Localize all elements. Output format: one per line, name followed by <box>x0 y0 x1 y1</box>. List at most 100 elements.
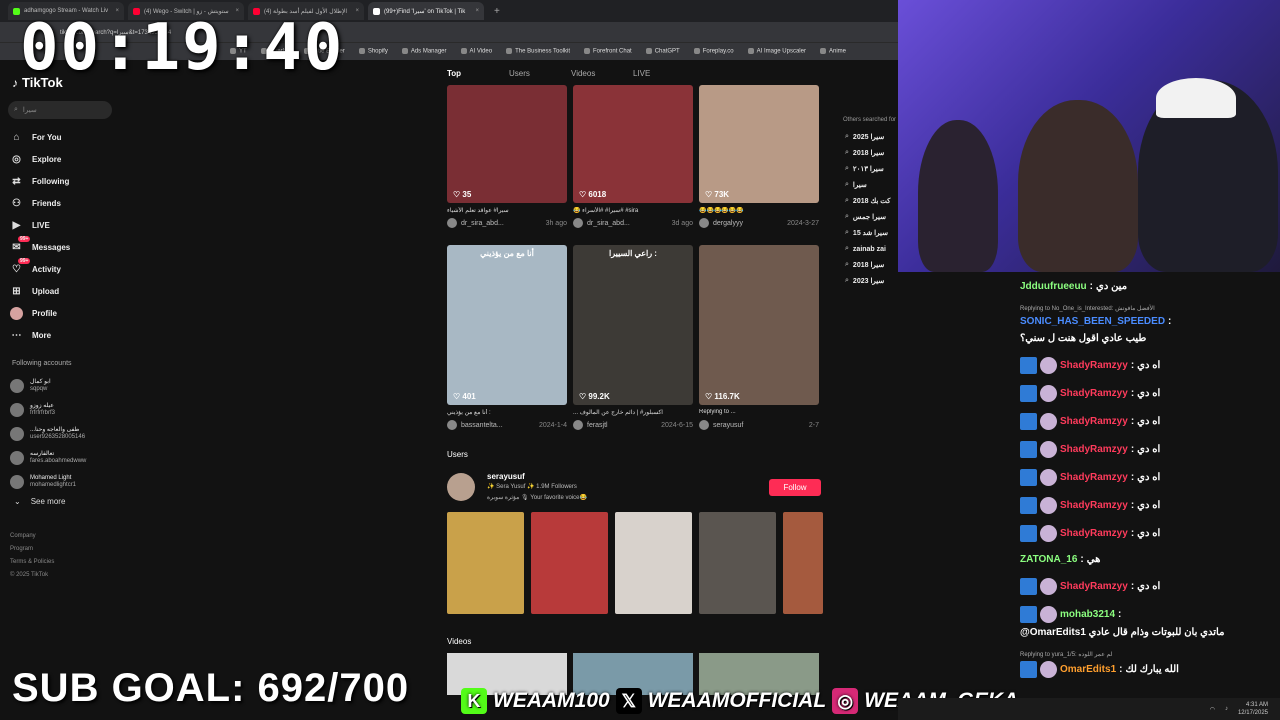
close-icon[interactable]: × <box>475 8 479 14</box>
video-thumbnail[interactable]: راعي السييرا : ♡ 99.2K <box>573 245 693 405</box>
user-name[interactable]: serayusuf <box>487 471 587 482</box>
user-video-thumb[interactable] <box>699 512 776 614</box>
chat-username[interactable]: OmarEdits1 <box>1060 663 1116 677</box>
new-tab-icon[interactable]: + <box>488 6 500 17</box>
avatar[interactable] <box>447 218 457 228</box>
following-account[interactable]: ابو كمال sqpqw <box>10 374 86 398</box>
others-searched-item[interactable]: ⌕ zainab zai <box>845 241 896 257</box>
sidebar-item-more[interactable]: ⋯ More <box>10 324 130 346</box>
search-input[interactable]: ⌕ سيرا <box>8 101 112 119</box>
video-card[interactable]: أنا مع من يؤذيني ♡ 401 أنا مع من يؤذيني : b… <box>447 245 567 431</box>
others-searched-item[interactable]: ⌕ سيرا <box>845 177 896 193</box>
sidebar-item-explore[interactable]: ◎ Explore <box>10 148 130 170</box>
chat-username[interactable]: ShadyRamzyy <box>1060 415 1128 429</box>
person <box>918 120 998 272</box>
video-thumbnail[interactable]: ♡ 73K <box>699 85 819 203</box>
tab-top[interactable]: Top <box>447 69 509 78</box>
chat-username[interactable]: ShadyRamzyy <box>1060 387 1128 401</box>
tab-users[interactable]: Users <box>509 69 571 78</box>
chat-username[interactable]: mohab3214 <box>1060 608 1115 622</box>
likes-value: 401 <box>462 392 476 401</box>
wifi-icon[interactable]: ◠ <box>1210 706 1215 713</box>
others-searched-item[interactable]: ⌕ سيرا 2018 <box>845 145 896 161</box>
sidebar-item-profile[interactable]: Profile <box>10 302 130 324</box>
browser-tab[interactable]: (99+)Find 'سيرا' on TikTok | Tik × <box>368 2 484 20</box>
close-icon[interactable]: × <box>355 8 359 14</box>
following-account[interactable]: ...طفى والعاجه وحنا user9263528005146 <box>10 422 86 446</box>
bookmark-item[interactable]: Forefront Chat <box>584 48 632 55</box>
bookmark-item[interactable]: ChatGPT <box>646 48 680 55</box>
avatar[interactable] <box>573 218 583 228</box>
footer-link[interactable]: Program <box>10 543 54 556</box>
others-searched-item[interactable]: ⌕ سيرا ٢٠١٣ <box>845 161 896 177</box>
video-card[interactable]: راعي السييرا : ♡ 99.2K ... اكسبلور# | دائم… <box>573 245 693 431</box>
chat-username[interactable]: ShadyRamzyy <box>1060 499 1128 513</box>
bookmark-item[interactable]: The Business Toolkit <box>506 48 570 55</box>
chat-username[interactable]: ShadyRamzyy <box>1060 471 1128 485</box>
others-searched-item[interactable]: ⌕ سيرا شد 15 <box>845 225 896 241</box>
volume-icon[interactable]: ♪ <box>1225 706 1228 712</box>
avatar[interactable] <box>447 473 475 501</box>
others-searched-item[interactable]: ⌕ سيرا 2025 <box>845 129 896 145</box>
video-author[interactable]: serayusuf <box>713 422 743 429</box>
tab-videos[interactable]: Videos <box>571 69 633 78</box>
video-card[interactable]: ♡ 116.7K Replying to ... serayusuf 2-7 <box>699 245 819 431</box>
video-thumbnail[interactable]: ♡ 35 <box>447 85 567 203</box>
follow-button[interactable]: Follow <box>769 478 821 496</box>
bookmark-item[interactable]: AI Video <box>461 48 493 55</box>
user-video-thumb[interactable] <box>615 512 692 614</box>
video-thumbnail[interactable]: ♡ 116.7K <box>699 245 819 405</box>
chat-message: Replying to No_One_is_Interested: الأفضل… <box>1020 305 1278 346</box>
chat-username[interactable]: ShadyRamzyy <box>1060 443 1128 457</box>
user-video-thumb[interactable] <box>447 512 524 614</box>
chat-username[interactable]: ZATONA_16 <box>1020 553 1077 567</box>
video-card[interactable]: ♡ 73K 😂😂😂😂😂😂 dergalyyy 2024-3-27 <box>699 85 819 229</box>
avatar[interactable] <box>699 420 709 430</box>
user-video-thumb[interactable] <box>531 512 608 614</box>
user-video-thumb[interactable] <box>783 512 823 614</box>
avatar[interactable] <box>447 420 457 430</box>
following-account[interactable]: Mohamed Light mohamedlightcr1 <box>10 470 86 494</box>
others-searched-item[interactable]: ⌕ سيرا 2018 <box>845 257 896 273</box>
bookmark-item[interactable]: Anime <box>820 48 846 55</box>
following-account[interactable]: تعالفارسه fares.aboahmedwww <box>10 446 86 470</box>
sidebar-item-live[interactable]: ▶ LIVE <box>10 214 130 236</box>
chat-username[interactable]: ShadyRamzyy <box>1060 580 1128 594</box>
video-author[interactable]: dr_sira_abd... <box>461 220 504 227</box>
sidebar-item-activity[interactable]: ♡ 99+ Activity <box>10 258 130 280</box>
video-card[interactable]: ♡ 6018 😂 سيرا# #الأسراء# #sira dr_sira_abd… <box>573 85 693 229</box>
avatar[interactable] <box>699 218 709 228</box>
video-thumbnail[interactable]: أنا مع من يؤذيني ♡ 401 <box>447 245 567 405</box>
sidebar-item-following[interactable]: ⇄ Following <box>10 170 130 192</box>
video-author[interactable]: bassanteltа... <box>461 422 503 429</box>
others-searched-item[interactable]: ⌕ سيرا 2023 <box>845 273 896 289</box>
bookmark-item[interactable]: Ads Manager <box>402 48 447 55</box>
video-author[interactable]: ferasjtl <box>587 422 608 429</box>
avatar[interactable] <box>573 420 583 430</box>
chat-username[interactable]: ShadyRamzyy <box>1060 527 1128 541</box>
sidebar-item-for-you[interactable]: ⌂ For You <box>10 126 130 148</box>
footer-link[interactable]: Terms & Policies <box>10 556 54 569</box>
others-searched-item[interactable]: ⌕ سيرا جمس <box>845 209 896 225</box>
chat-username[interactable]: SONIC_HAS_BEEN_SPEEDED <box>1020 315 1165 329</box>
sidebar-item-upload[interactable]: ⊞ Upload <box>10 280 130 302</box>
bookmark-item[interactable]: Foreplay.co <box>694 48 734 55</box>
tab-live[interactable]: LIVE <box>633 69 695 78</box>
bookmark-item[interactable]: Shopify <box>359 48 388 55</box>
others-searched-item[interactable]: ⌕ 2018 كت بك <box>845 193 896 209</box>
sidebar-item-messages[interactable]: ✉ 99+ Messages <box>10 236 130 258</box>
chat-username[interactable]: ShadyRamzyy <box>1060 359 1128 373</box>
following-account[interactable]: عيله زوزو frfrfrfrbrf3 <box>10 398 86 422</box>
footer-link[interactable]: Company <box>10 530 54 543</box>
video-thumbnail[interactable]: ♡ 6018 <box>573 85 693 203</box>
video-author[interactable]: dr_sira_abd... <box>587 220 630 227</box>
clock[interactable]: 4:31 AM 12/17/2025 <box>1238 701 1268 717</box>
video-card[interactable]: ♡ 35 سيرا# عواقد تعلم الأشياء dr_sira_abd.… <box>447 85 567 229</box>
bookmark-item[interactable]: AI Image Upscaler <box>748 48 806 55</box>
user-result[interactable]: serayusuf ✨ Sera Yusuf ✨ 1.9M Followers … <box>447 470 821 504</box>
video-author[interactable]: dergalyyy <box>713 220 743 227</box>
sidebar-item-friends[interactable]: ⚇ Friends <box>10 192 130 214</box>
chat-username[interactable]: Jdduufrueeuu <box>1020 280 1087 294</box>
account-name: عيله زوزو <box>30 403 54 409</box>
see-more-button[interactable]: ⌄ See more <box>14 497 65 506</box>
